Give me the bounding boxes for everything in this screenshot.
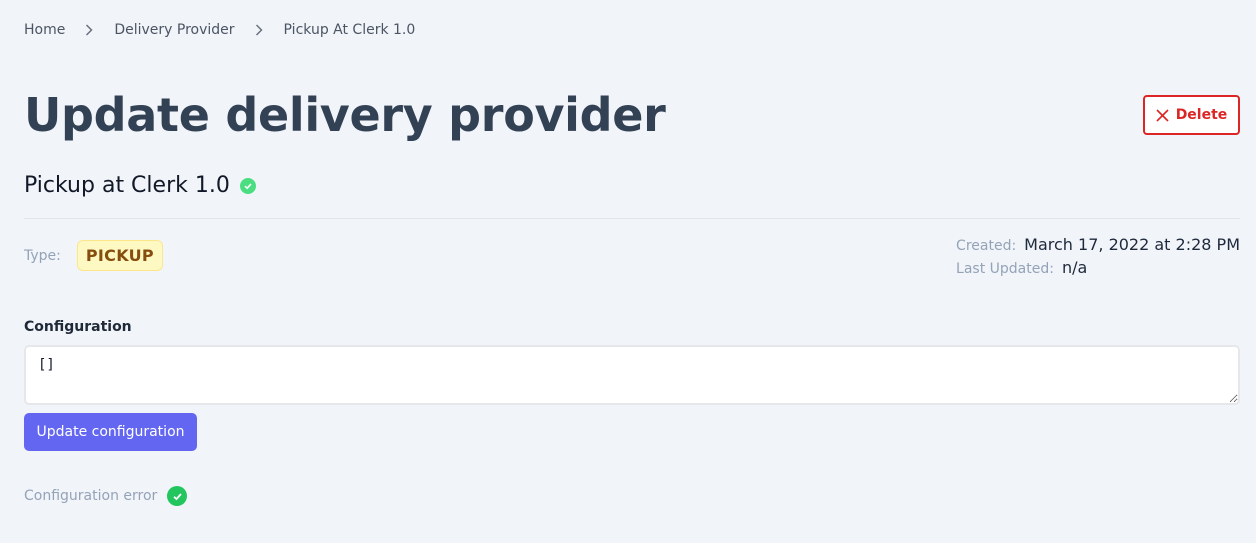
divider: [24, 218, 1240, 219]
update-configuration-button[interactable]: Update configuration: [24, 413, 197, 451]
type-label: Type:: [24, 247, 61, 264]
delete-label: Delete: [1175, 107, 1228, 123]
updated-value: n/a: [1061, 258, 1088, 277]
updated-label: Last Updated:: [956, 261, 1054, 277]
check-circle-icon: [167, 486, 188, 506]
configuration-error-row: Configuration error: [24, 486, 188, 506]
created-value: March 17, 2022 at 2:28 PM: [1024, 235, 1240, 254]
type-badge: PICKUP: [76, 240, 163, 271]
close-icon: [1156, 108, 1169, 122]
breadcrumb-current[interactable]: Pickup At Clerk 1.0: [284, 22, 416, 38]
chevron-right-icon: [85, 20, 95, 40]
configuration-textarea[interactable]: [24, 345, 1240, 405]
meta-info: Created: March 17, 2022 at 2:28 PM Last …: [956, 234, 1240, 280]
page-title: Update delivery provider: [24, 88, 666, 142]
configuration-label: Configuration: [24, 319, 132, 335]
type-row: Type: PICKUP: [24, 240, 163, 271]
delete-button[interactable]: Delete: [1143, 95, 1240, 135]
created-label: Created:: [956, 238, 1017, 254]
provider-name: Pickup at Clerk 1.0: [24, 173, 230, 198]
chevron-right-icon: [255, 20, 265, 40]
provider-header: Pickup at Clerk 1.0: [24, 172, 256, 200]
breadcrumb: Home Delivery Provider Pickup At Clerk 1…: [24, 20, 415, 40]
breadcrumb-home[interactable]: Home: [24, 22, 65, 38]
breadcrumb-delivery-provider[interactable]: Delivery Provider: [114, 22, 234, 38]
created-row: Created: March 17, 2022 at 2:28 PM: [956, 234, 1240, 257]
updated-row: Last Updated: n/a: [956, 257, 1240, 280]
check-circle-icon: [239, 178, 256, 194]
configuration-error-label: Configuration error: [24, 488, 158, 504]
